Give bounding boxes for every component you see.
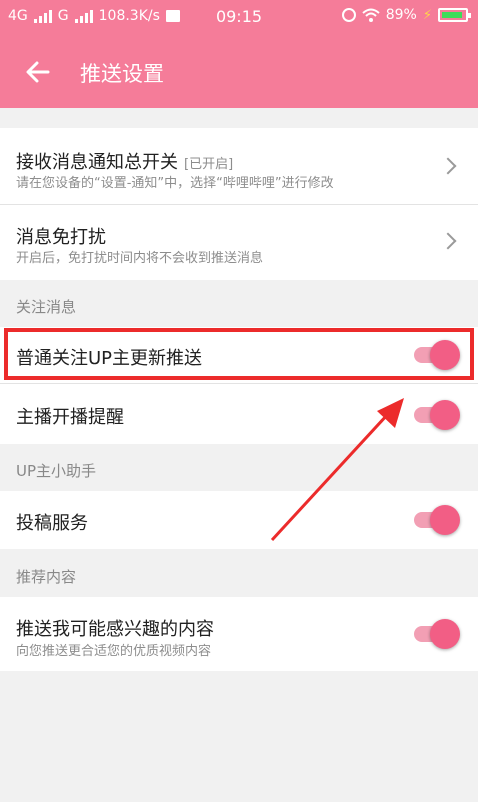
annotation-arrow-icon [270, 398, 404, 542]
